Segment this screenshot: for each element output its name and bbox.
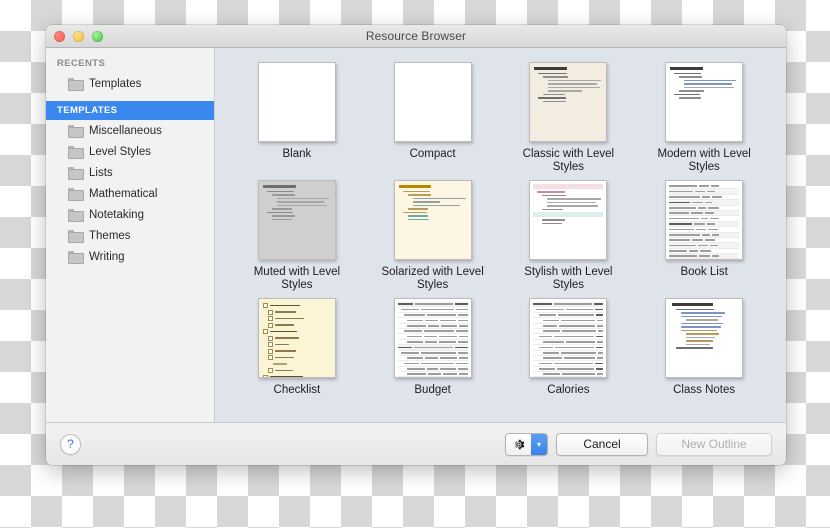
template-item-blank[interactable]: Blank (229, 62, 365, 174)
template-thumbnail[interactable] (529, 62, 608, 142)
template-thumbnail[interactable] (393, 180, 472, 260)
sidebar-item-label: Writing (89, 250, 125, 263)
traffic-lights (54, 30, 103, 42)
template-label: Class Notes (673, 384, 736, 396)
template-thumbnail[interactable] (393, 298, 472, 378)
template-thumbnail[interactable] (257, 180, 336, 260)
folder-icon (68, 209, 84, 222)
sidebar-item-label: Notetaking (89, 208, 144, 221)
template-grid: Blank Compact Classic with Level Styles … (215, 62, 786, 397)
folder-icon (68, 78, 84, 91)
sidebar-item-lists[interactable]: Lists (46, 162, 214, 183)
template-label: Calories (547, 384, 590, 396)
template-label: Compact (409, 148, 456, 160)
template-grid-container: Blank Compact Classic with Level Styles … (215, 48, 786, 422)
sidebar-item-label: Mathematical (89, 187, 158, 200)
sidebar-item-label: Themes (89, 229, 131, 242)
sidebar-item-notetaking[interactable]: Notetaking (46, 204, 214, 225)
gear-icon (506, 433, 531, 455)
window-titlebar[interactable]: Resource Browser (46, 25, 786, 48)
zoom-window-button[interactable] (92, 30, 103, 42)
template-thumbnail[interactable] (665, 298, 744, 378)
template-item-stylish-with-level-styles[interactable]: Stylish with Level Styles (501, 180, 637, 292)
template-item-muted-with-level-styles[interactable]: Muted with Level Styles (229, 180, 365, 292)
resource-browser-window: Resource Browser RECENTS Templates TEMPL… (46, 25, 786, 465)
bottom-toolbar: ? ▾ Cancel New Outline (46, 422, 786, 465)
folder-icon (68, 188, 84, 201)
template-item-class-notes[interactable]: Class Notes (636, 298, 772, 397)
toolbar-actions: ▾ Cancel New Outline (505, 432, 772, 456)
template-label: Modern with Level Styles (657, 148, 751, 173)
template-label: Checklist (273, 384, 321, 396)
help-button[interactable]: ? (60, 433, 81, 455)
template-item-compact[interactable]: Compact (365, 62, 501, 174)
folder-icon (68, 230, 84, 243)
template-thumbnail[interactable] (665, 180, 744, 260)
folder-icon (68, 125, 84, 138)
template-item-solarized-with-level-styles[interactable]: Solarized with Level Styles (365, 180, 501, 292)
template-thumbnail[interactable] (529, 180, 608, 260)
window-body: RECENTS Templates TEMPLATES Miscellaneou… (46, 48, 786, 422)
sidebar-section-header-recents: RECENTS (57, 58, 106, 69)
template-thumbnail[interactable] (529, 298, 608, 378)
template-label: Solarized with Level Styles (381, 266, 484, 291)
template-label: Stylish with Level Styles (524, 266, 613, 291)
sidebar-item-miscellaneous[interactable]: Miscellaneous (46, 120, 214, 141)
new-outline-button[interactable]: New Outline (656, 432, 772, 456)
template-item-budget[interactable]: Budget (365, 298, 501, 397)
sidebar-item-level-styles[interactable]: Level Styles (46, 141, 214, 162)
folder-icon (68, 167, 84, 180)
template-item-classic-with-level-styles[interactable]: Classic with Level Styles (501, 62, 637, 174)
template-item-modern-with-level-styles[interactable]: Modern with Level Styles (636, 62, 772, 174)
sidebar-item-label: Templates (89, 77, 142, 90)
sidebar-item-label: Miscellaneous (89, 124, 162, 137)
window-title: Resource Browser (365, 29, 467, 43)
minimize-window-button[interactable] (73, 30, 84, 42)
sidebar: RECENTS Templates TEMPLATES Miscellaneou… (46, 48, 215, 422)
template-thumbnail[interactable] (665, 62, 744, 142)
sidebar-item-themes[interactable]: Themes (46, 225, 214, 246)
template-thumbnail[interactable] (257, 62, 336, 142)
template-thumbnail[interactable] (257, 298, 336, 378)
sidebar-item-label: Lists (89, 166, 113, 179)
sidebar-item-writing[interactable]: Writing (46, 246, 214, 267)
template-label: Budget (414, 384, 451, 396)
sidebar-item-templates-recent[interactable]: Templates (46, 73, 214, 94)
template-label: Classic with Level Styles (522, 148, 615, 173)
sidebar-item-mathematical[interactable]: Mathematical (46, 183, 214, 204)
template-thumbnail[interactable] (393, 62, 472, 142)
template-label: Blank (282, 148, 312, 160)
cancel-button[interactable]: Cancel (556, 432, 648, 456)
folder-icon (68, 146, 84, 159)
template-item-checklist[interactable]: Checklist (229, 298, 365, 397)
sidebar-section-header-templates[interactable]: TEMPLATES (46, 101, 214, 120)
folder-icon (68, 251, 84, 264)
close-window-button[interactable] (54, 30, 65, 42)
template-label: Book List (680, 266, 728, 278)
template-label: Muted with Level Styles (253, 266, 341, 291)
sidebar-item-label: Level Styles (89, 145, 152, 158)
template-item-book-list[interactable]: Book List (636, 180, 772, 292)
chevron-down-icon[interactable]: ▾ (531, 433, 547, 455)
action-menu-button[interactable]: ▾ (505, 432, 548, 456)
template-item-calories[interactable]: Calories (501, 298, 637, 397)
